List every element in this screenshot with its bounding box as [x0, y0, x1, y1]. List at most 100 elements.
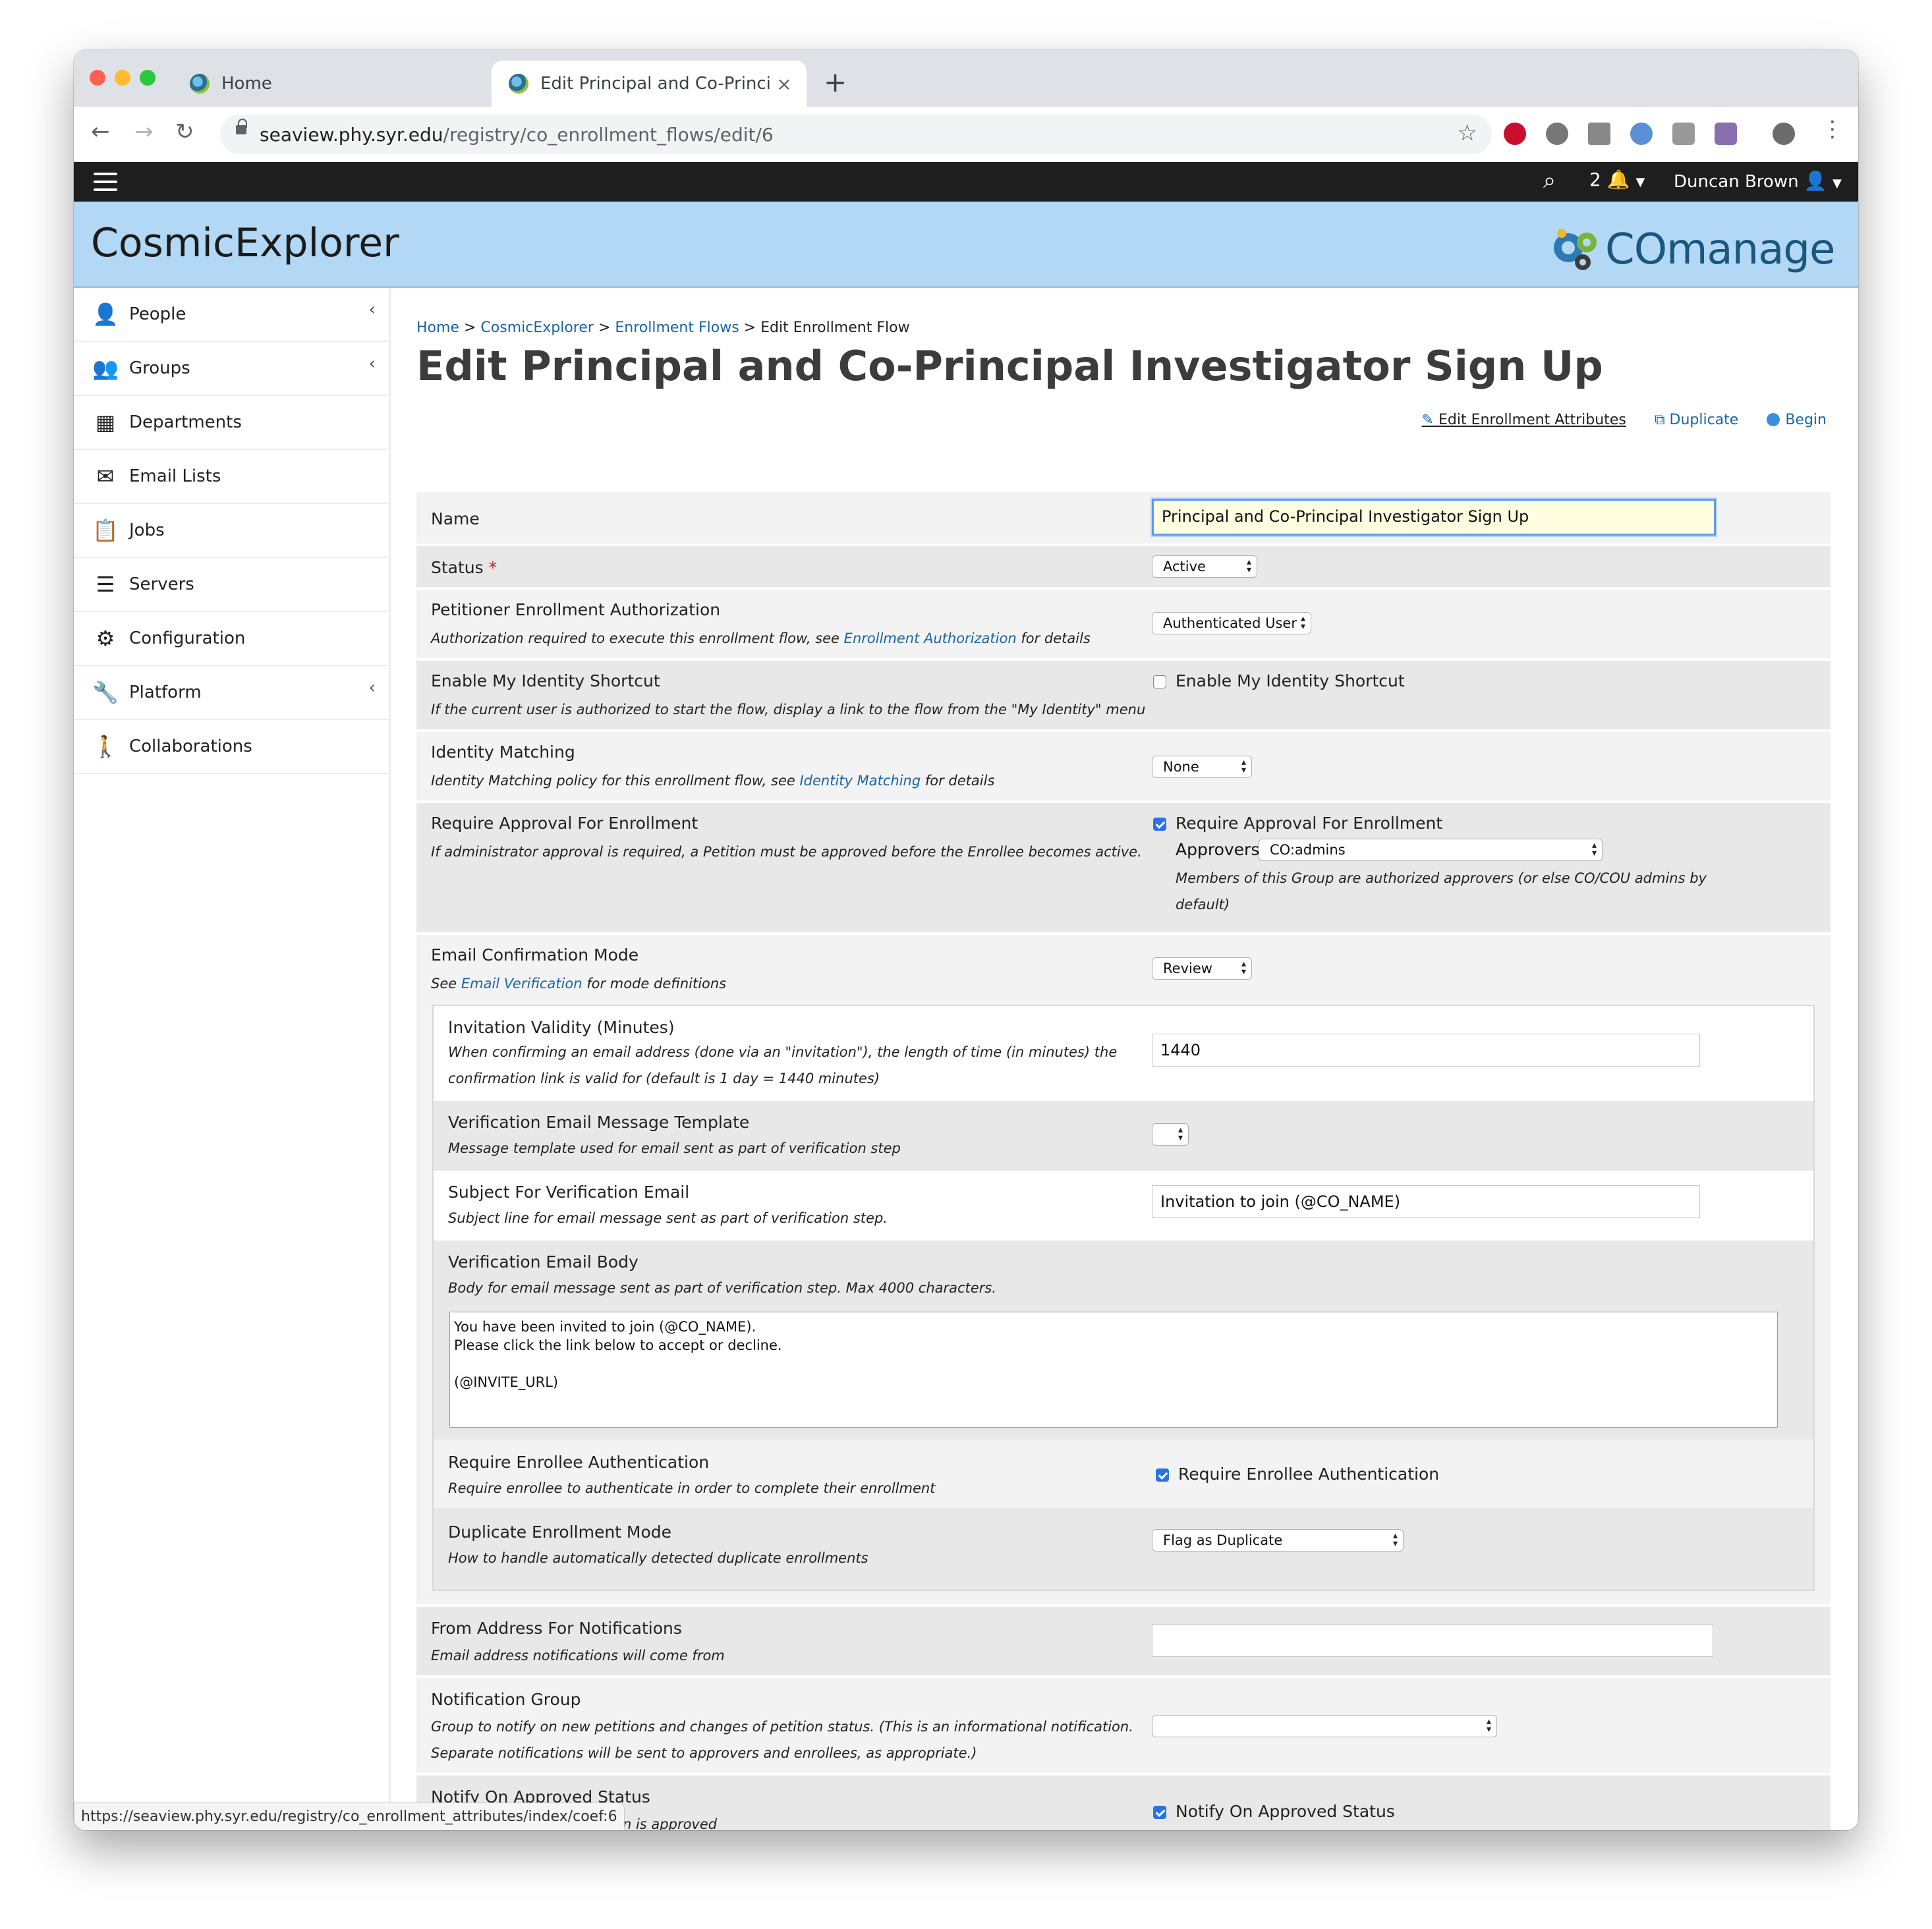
tab-edit-flow[interactable]: Edit Principal and Co-Principal Investig…	[492, 61, 807, 107]
sidebar-item-platform[interactable]: 🔧 Platform ‹	[74, 666, 389, 720]
my-identity-checkbox[interactable]	[1153, 675, 1166, 688]
duplicate-mode-label: Duplicate Enrollment Mode	[448, 1523, 672, 1542]
sidebar-item-configuration[interactable]: ⚙ Configuration	[74, 612, 389, 666]
require-approval-checkbox-label[interactable]: Require Approval For Enrollment	[1176, 814, 1442, 833]
user-icon: 👤	[1804, 170, 1827, 192]
duplicate-label: Duplicate	[1669, 412, 1739, 428]
breadcrumb-separator: >	[463, 320, 476, 336]
hamburger-menu-icon[interactable]	[94, 173, 117, 191]
search-icon[interactable]: ⌕	[1543, 167, 1556, 194]
select-arrows-icon: ▴ ▾	[1241, 757, 1246, 775]
duplicate-link[interactable]: ⧉ Duplicate	[1655, 412, 1739, 428]
close-window-button[interactable]	[90, 70, 105, 86]
verification-subject-desc: Subject line for email message sent as p…	[448, 1210, 888, 1226]
notifications-menu[interactable]: 2 🔔 ▼	[1589, 169, 1645, 190]
form-row-name: Name Principal and Co-Principal Investig…	[416, 492, 1831, 544]
gear-logo-icon	[1554, 229, 1597, 270]
verification-body-label: Verification Email Body	[448, 1252, 639, 1272]
close-tab-icon[interactable]: ×	[771, 73, 797, 95]
sidebar-item-collaborations[interactable]: 🚶 Collaborations	[74, 720, 389, 774]
begin-label: Begin	[1785, 412, 1827, 428]
sidebar-item-label: Platform	[129, 683, 202, 702]
require-enrollee-auth-checkbox[interactable]	[1156, 1468, 1169, 1482]
desc-text: for mode definitions	[586, 976, 727, 992]
browser-menu-icon[interactable]: ⋮	[1821, 116, 1844, 142]
adblock-extension-icon[interactable]	[1504, 123, 1526, 145]
sidebar-item-label: Email Lists	[129, 466, 221, 486]
minimize-window-button[interactable]	[115, 70, 130, 86]
require-approval-label: Require Approval For Enrollment	[431, 814, 698, 833]
zoom-window-button[interactable]	[140, 70, 156, 86]
back-icon[interactable]: ←	[91, 119, 110, 145]
duplicate-icon: ⧉	[1654, 412, 1665, 428]
verification-template-select[interactable]: ▴ ▾	[1152, 1123, 1189, 1146]
notify-approved-checkbox-label[interactable]: Notify On Approved Status	[1176, 1802, 1395, 1821]
identity-matching-label: Identity Matching	[431, 742, 575, 762]
status-select[interactable]: Active ▴ ▾	[1152, 555, 1257, 578]
require-enrollee-auth-checkbox-group: Require Enrollee Authentication	[1156, 1465, 1439, 1484]
extension-icon[interactable]	[1672, 123, 1695, 145]
email-confirmation-select[interactable]: Review ▴ ▾	[1152, 957, 1252, 980]
my-identity-checkbox-label[interactable]: Enable My Identity Shortcut	[1176, 671, 1405, 690]
edit-attributes-link[interactable]: ✎ Edit Enrollment Attributes	[1422, 412, 1626, 428]
sidebar-item-label: Collaborations	[129, 737, 252, 756]
sidebar-item-groups[interactable]: 👥 Groups ‹	[74, 342, 389, 396]
require-enrollee-auth-desc: Require enrollee to authenticate in orde…	[448, 1480, 936, 1496]
verification-body-textarea[interactable]: You have been invited to join (@CO_NAME)…	[449, 1312, 1778, 1428]
sidebar-item-people[interactable]: 👤 People ‹	[74, 288, 389, 342]
form-row-notification-group: Notification Group Group to notify on ne…	[416, 1678, 1831, 1773]
enrollment-authorization-link[interactable]: Enrollment Authorization	[844, 630, 1017, 646]
profile-avatar[interactable]	[1773, 123, 1795, 145]
breadcrumb-home[interactable]: Home	[416, 320, 459, 336]
extension-icon[interactable]	[1588, 123, 1610, 145]
user-menu[interactable]: Duncan Brown 👤 ▼	[1674, 170, 1842, 192]
forward-icon[interactable]: →	[134, 119, 154, 145]
duplicate-mode-select[interactable]: Flag as Duplicate ▴ ▾	[1152, 1529, 1404, 1552]
sidebar-item-jobs[interactable]: 📋 Jobs	[74, 504, 389, 558]
user-name: Duncan Brown	[1674, 172, 1799, 192]
notification-group-select[interactable]: ▴ ▾	[1152, 1715, 1497, 1737]
require-enrollee-auth-checkbox-label[interactable]: Require Enrollee Authentication	[1178, 1465, 1439, 1484]
co-title[interactable]: CosmicExplorer	[91, 220, 399, 266]
breadcrumb-co[interactable]: CosmicExplorer	[480, 320, 594, 336]
required-marker: *	[488, 558, 497, 577]
name-input[interactable]: Principal and Co-Principal Investigator …	[1152, 499, 1716, 536]
approvers-select[interactable]: CO:admins ▴ ▾	[1259, 839, 1603, 861]
sidebar-item-label: People	[129, 304, 186, 324]
from-address-input[interactable]	[1152, 1624, 1713, 1657]
notify-approved-checkbox[interactable]	[1153, 1806, 1166, 1819]
address-bar[interactable]: seaview.phy.syr.edu/registry/co_enrollme…	[220, 115, 1492, 154]
extension-icon[interactable]	[1715, 123, 1737, 145]
tab-title: Edit Principal and Co-Principal Investig…	[540, 74, 771, 94]
verification-body-desc: Body for email message sent as part of v…	[448, 1280, 996, 1296]
invitation-validity-input[interactable]: 1440	[1152, 1034, 1700, 1067]
envelope-icon: ✉	[96, 464, 115, 489]
extension-icon[interactable]	[1630, 123, 1653, 145]
sidebar-item-departments[interactable]: ▦ Departments	[74, 396, 389, 450]
breadcrumb-flows[interactable]: Enrollment Flows	[615, 320, 739, 336]
select-arrows-icon: ▴ ▾	[1392, 1530, 1398, 1549]
petitioner-auth-select[interactable]: Authenticated User ▴ ▾	[1152, 612, 1311, 634]
sidebar-item-email-lists[interactable]: ✉ Email Lists	[74, 450, 389, 504]
form-row-invitation-validity: Invitation Validity (Minutes) When confi…	[434, 1006, 1813, 1101]
identity-matching-link[interactable]: Identity Matching	[799, 773, 921, 789]
bookmark-star-icon[interactable]: ☆	[1458, 120, 1477, 146]
email-verification-link[interactable]: Email Verification	[461, 976, 582, 992]
begin-link[interactable]: Begin	[1767, 412, 1827, 428]
reload-icon[interactable]: ↻	[175, 119, 194, 145]
verification-template-desc: Message template used for email sent as …	[448, 1140, 901, 1156]
new-tab-button[interactable]: +	[824, 66, 847, 98]
lock-icon	[236, 119, 247, 134]
sidebar-item-servers[interactable]: ☰ Servers	[74, 558, 389, 612]
from-address-desc: Email address notifications will come fr…	[431, 1648, 725, 1663]
status-select-value: Active	[1163, 559, 1206, 574]
notification-count: 2	[1589, 169, 1601, 190]
require-approval-checkbox[interactable]	[1153, 818, 1166, 831]
tab-title: Home	[221, 74, 272, 94]
desc-text: Identity Matching policy for this enroll…	[431, 773, 795, 789]
extension-icon[interactable]	[1546, 123, 1568, 145]
group-icon: 👥	[92, 356, 119, 381]
form-row-identity-matching: Identity Matching Identity Matching poli…	[416, 732, 1831, 800]
verification-subject-input[interactable]: Invitation to join (@CO_NAME)	[1152, 1185, 1700, 1218]
identity-matching-select[interactable]: None ▴ ▾	[1152, 756, 1252, 778]
